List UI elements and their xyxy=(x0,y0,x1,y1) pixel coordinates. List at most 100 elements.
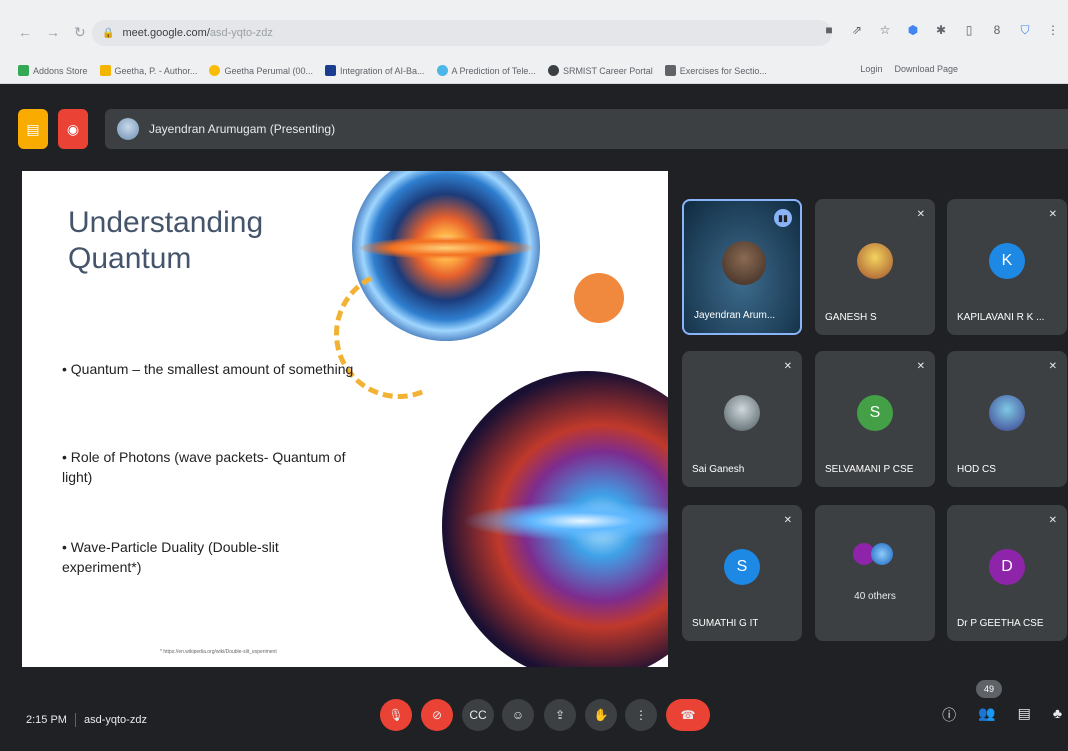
bookmark-4[interactable]: A Prediction of Tele... xyxy=(436,65,536,76)
bookmark-0[interactable]: Addons Store xyxy=(18,65,88,76)
bookmark-1[interactable]: Geetha, P. - Author... xyxy=(99,65,197,76)
menu-icon[interactable]: ⋮ xyxy=(1046,23,1060,38)
bookmark-icon xyxy=(209,65,221,76)
bookmark-label: Exercises for Sectio... xyxy=(679,65,767,76)
participant-name: Jayendran Arum... xyxy=(694,310,776,321)
participant-tile[interactable]: ✕ S SELVAMANI P CSE xyxy=(815,351,935,487)
meeting-info: 2:15 PM asd-yqto-zdz xyxy=(26,713,147,727)
share-icon[interactable]: ⇗ xyxy=(850,23,864,38)
avatar xyxy=(724,395,760,431)
browser-toolbar: ← → ↻ 🔒 meet.google.com/asd-yqto-zdz ■ ⇗… xyxy=(0,0,1068,58)
participant-tile[interactable]: ✕ Sai Ganesh xyxy=(682,351,802,487)
bookmark-icon xyxy=(18,65,29,76)
mic-off-icon: ✕ xyxy=(1048,209,1057,220)
forward-icon[interactable]: → xyxy=(46,24,60,41)
present-button[interactable]: ⇪ xyxy=(544,699,576,731)
url-host: meet.google.com/ xyxy=(122,27,210,39)
participant-tile[interactable]: ✕ K KAPILAVANI R K ... xyxy=(947,199,1067,335)
participant-tile[interactable]: ▮▮ Jayendran Arum... xyxy=(682,199,802,335)
reactions-button[interactable]: ☺ xyxy=(502,699,534,731)
participant-tile[interactable]: ✕ HOD CS xyxy=(947,351,1067,487)
captions-button[interactable]: CC xyxy=(462,699,494,731)
emoji-icon: ☺ xyxy=(511,708,525,722)
notes-icon[interactable]: ▤ xyxy=(18,109,48,149)
bookmark-6[interactable]: Exercises for Sectio... xyxy=(664,65,767,76)
star-icon[interactable]: ☆ xyxy=(878,23,892,38)
quantum-image-bottom xyxy=(442,371,668,667)
reload-icon[interactable]: ↻ xyxy=(74,24,86,41)
leave-call-button[interactable]: ☎ xyxy=(666,699,710,731)
avatar: D xyxy=(989,549,1025,585)
sidepanel-icon[interactable]: ▯ xyxy=(962,23,976,38)
shared-slide: Understanding Quantum • Quantum – the sm… xyxy=(22,171,668,667)
bookmark-3[interactable]: Integration of AI-Ba... xyxy=(324,65,425,76)
phone-hangup-icon: ☎ xyxy=(680,708,696,722)
info-icon[interactable]: ⓘ xyxy=(942,705,956,725)
more-icon: ⋮ xyxy=(635,708,647,722)
recording-icon[interactable]: ◉ xyxy=(58,109,88,149)
slide-bullet: • Role of Photons (wave packets- Quantum… xyxy=(62,449,346,485)
shield-icon[interactable]: ⬢ xyxy=(906,23,920,38)
meeting-code: asd-yqto-zdz xyxy=(83,714,147,726)
bookmarks-bar: Addons Store Geetha, P. - Author... Geet… xyxy=(0,58,1068,84)
people-icon[interactable]: 👥 xyxy=(978,705,995,725)
activities-icon[interactable]: ♣ xyxy=(1053,705,1062,725)
bookmark-login[interactable]: Login xyxy=(860,64,882,74)
url-path: asd-yqto-zdz xyxy=(209,27,273,39)
participant-tile[interactable]: ✕ D Dr P GEETHA CSE xyxy=(947,505,1067,641)
slide-title: Understanding Quantum xyxy=(68,205,263,277)
raise-hand-button[interactable]: ✋ xyxy=(585,699,617,731)
camera-off-icon: ⊘ xyxy=(431,708,443,722)
slide-bullet: • Wave-Particle Duality (Double-slit exp… xyxy=(62,539,279,575)
camera-button[interactable]: ⊘ xyxy=(421,699,453,731)
bookmark-icon xyxy=(99,65,111,76)
chat-icon[interactable]: ▤ xyxy=(1018,705,1031,725)
bookmark-2[interactable]: Geetha Perumal (00... xyxy=(209,65,313,76)
bookmark-icon xyxy=(324,65,336,76)
shield-blue-icon[interactable]: ⛉ xyxy=(1018,23,1032,38)
others-label: 40 others xyxy=(854,591,896,602)
participant-tile-others[interactable]: 40 others xyxy=(815,505,935,641)
slide-footnote: * https://en.wikipedia.org/wiki/Double-s… xyxy=(160,649,277,655)
participant-name: SUMATHI G IT xyxy=(692,618,759,629)
participant-name: SELVAMANI P CSE xyxy=(825,464,914,475)
camera-icon[interactable]: ■ xyxy=(822,23,836,38)
bookmark-icon xyxy=(547,65,559,76)
participant-tile[interactable]: ✕ GANESH S xyxy=(815,199,935,335)
bookmark-icon xyxy=(664,65,676,76)
avatar xyxy=(871,543,893,565)
participant-tile[interactable]: ✕ S SUMATHI G IT xyxy=(682,505,802,641)
avatar: S xyxy=(724,549,760,585)
decorative-dot xyxy=(574,273,624,323)
avatar xyxy=(857,243,893,279)
presenter-bar[interactable]: Jayendran Arumugam (Presenting) xyxy=(105,109,1068,149)
participant-name: HOD CS xyxy=(957,464,996,475)
meeting-time: 2:15 PM xyxy=(26,714,67,726)
back-icon[interactable]: ← xyxy=(18,24,32,41)
mic-off-icon: ✕ xyxy=(916,361,925,372)
lock-icon: 🔒 xyxy=(102,27,115,39)
mic-off-icon: ✕ xyxy=(1048,515,1057,526)
mic-off-icon: ✕ xyxy=(916,209,925,220)
avatar xyxy=(117,118,139,140)
speaking-icon: ▮▮ xyxy=(774,209,792,227)
captions-icon: CC xyxy=(469,708,487,722)
participant-name: KAPILAVANI R K ... xyxy=(957,312,1045,323)
bookmark-5[interactable]: SRMIST Career Portal xyxy=(547,65,653,76)
bookmark-download-page[interactable]: Download Page xyxy=(894,64,958,74)
participant-name: GANESH S xyxy=(825,312,877,323)
puzzle-icon[interactable]: ✱ xyxy=(934,23,948,38)
bookmark-label: Integration of AI-Ba... xyxy=(339,65,425,76)
slide-bullet: • Quantum – the smallest amount of somet… xyxy=(62,361,354,377)
extension-icons: ■ ⇗ ☆ ⬢ ✱ ▯ 8 ⛉ ⋮ xyxy=(822,23,1060,38)
present-icon: ⇪ xyxy=(554,708,566,722)
address-bar[interactable]: 🔒 meet.google.com/asd-yqto-zdz xyxy=(92,20,832,46)
slide-title-line: Quantum xyxy=(68,242,192,275)
bookmark-label: A Prediction of Tele... xyxy=(451,65,536,76)
avatar xyxy=(989,395,1025,431)
nav-buttons: ← → ↻ xyxy=(18,24,86,41)
mic-button[interactable]: 🎙 xyxy=(380,699,412,731)
hand-icon: ✋ xyxy=(593,708,609,722)
more-options-button[interactable]: ⋮ xyxy=(625,699,657,731)
profile-icon[interactable]: 8 xyxy=(990,23,1004,38)
